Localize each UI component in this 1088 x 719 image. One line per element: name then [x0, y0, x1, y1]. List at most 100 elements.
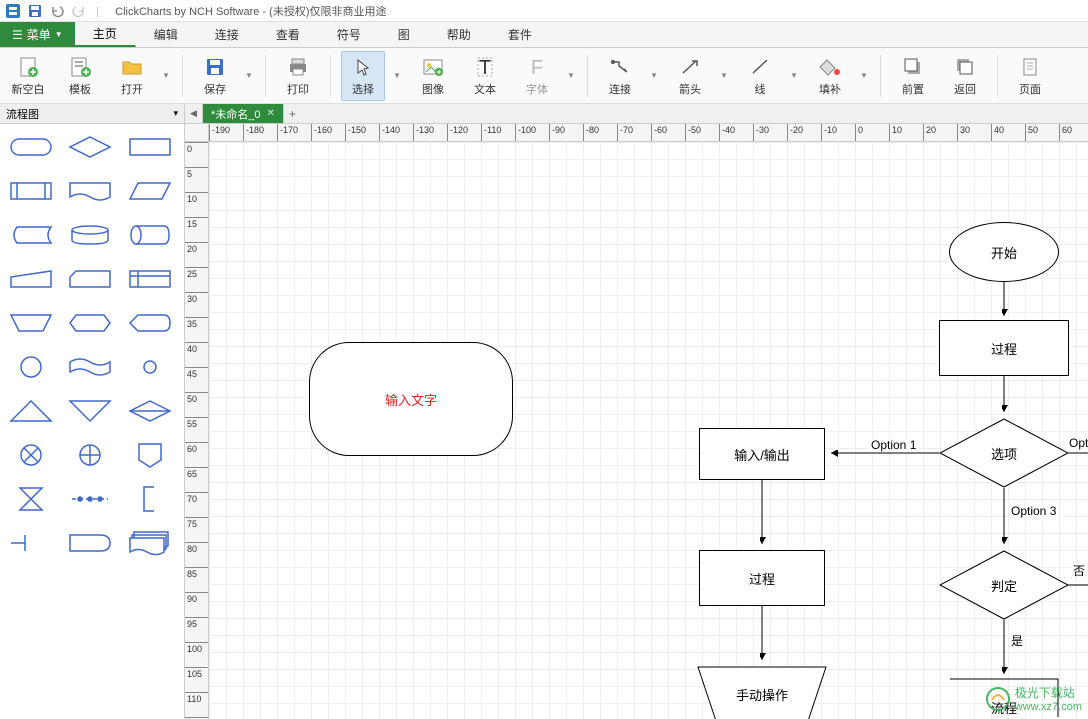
connect-button[interactable]: 连接: [598, 51, 642, 101]
shape-annotation[interactable]: [6, 526, 56, 560]
tab-help[interactable]: 帮助: [429, 22, 490, 47]
shape-merge[interactable]: [65, 394, 115, 428]
new-blank-icon: [16, 55, 40, 79]
tab-prev-button[interactable]: ◀: [185, 104, 203, 123]
shape-sum[interactable]: [65, 438, 115, 472]
tab-edit[interactable]: 编辑: [136, 22, 197, 47]
canvas-viewport[interactable]: 输入文字 开始 过程 选项 Option 1 Opt: [209, 142, 1088, 719]
shape-preparation[interactable]: [65, 306, 115, 340]
save-button[interactable]: 保存: [193, 51, 237, 101]
shape-manualinput[interactable]: [6, 262, 56, 296]
separator: [182, 55, 183, 97]
node-process1-text: 过程: [991, 339, 1017, 358]
save-dropdown[interactable]: ▼: [245, 71, 255, 80]
image-label: 图像: [422, 81, 444, 97]
fill-dropdown[interactable]: ▼: [860, 71, 870, 80]
node-decision-text: 判定: [991, 576, 1017, 595]
shape-storedata[interactable]: [6, 218, 56, 252]
shape-collate[interactable]: [6, 482, 56, 516]
shape-display[interactable]: [125, 306, 175, 340]
print-button[interactable]: 打印: [276, 51, 320, 101]
editing-shape[interactable]: 输入文字: [309, 342, 513, 456]
app-title: ClickCharts by NCH Software - (未授权)仅限非商业…: [115, 3, 386, 19]
font-button[interactable]: F 字体: [515, 51, 559, 101]
shape-card[interactable]: [65, 262, 115, 296]
connect-dropdown[interactable]: ▼: [650, 71, 660, 80]
separator: |: [96, 4, 99, 18]
open-button[interactable]: 打开: [110, 51, 154, 101]
shape-sort[interactable]: [125, 394, 175, 428]
select-button[interactable]: 选择: [341, 51, 385, 101]
document-tab[interactable]: *未命名_0 ✕: [203, 104, 283, 123]
shape-database[interactable]: [65, 218, 115, 252]
shape-subprocess[interactable]: [6, 174, 56, 208]
close-icon[interactable]: ✕: [267, 108, 275, 119]
arrow-label: 箭头: [679, 81, 701, 97]
arrow-dropdown[interactable]: ▼: [720, 71, 730, 80]
tab-diagram[interactable]: 图: [380, 22, 429, 47]
node-manual[interactable]: 手动操作: [697, 666, 827, 719]
shape-document[interactable]: [65, 174, 115, 208]
main-menu-button[interactable]: ☰ 菜单 ▼: [0, 22, 75, 47]
fill-button[interactable]: 填补: [808, 51, 852, 101]
node-io[interactable]: 输入/输出: [699, 428, 825, 480]
shape-loop[interactable]: [65, 482, 115, 516]
ruler-horizontal: -190-180-170-160-150-140-130-120-110-100…: [209, 124, 1088, 142]
shape-offpage[interactable]: [125, 438, 175, 472]
image-button[interactable]: 图像: [411, 51, 455, 101]
shape-tape[interactable]: [65, 350, 115, 384]
shape-multidoc[interactable]: [125, 526, 175, 560]
line-dropdown[interactable]: ▼: [790, 71, 800, 80]
shape-extract[interactable]: [6, 394, 56, 428]
open-dropdown[interactable]: ▼: [162, 71, 172, 80]
arrow-button[interactable]: 箭头: [668, 51, 712, 101]
node-option[interactable]: 选项: [939, 418, 1069, 488]
template-button[interactable]: 模板: [58, 51, 102, 101]
connect-icon: [608, 55, 632, 79]
fill-icon: [818, 55, 842, 79]
tab-home[interactable]: 主页: [75, 22, 136, 47]
undo-button[interactable]: [48, 2, 66, 20]
shape-process[interactable]: [125, 130, 175, 164]
svg-text:T: T: [479, 57, 491, 78]
shape-or[interactable]: [6, 438, 56, 472]
text-button[interactable]: T 文本: [463, 51, 507, 101]
node-manual-text: 手动操作: [736, 685, 788, 704]
redo-button[interactable]: [70, 2, 88, 20]
document-tab-bar: ◀ *未命名_0 ✕ +: [185, 104, 1088, 124]
node-process2[interactable]: 过程: [699, 550, 825, 606]
edge-yes-label: 是: [1009, 632, 1025, 649]
shape-data[interactable]: [125, 174, 175, 208]
font-dropdown[interactable]: ▼: [567, 71, 577, 80]
shape-delay[interactable]: [65, 526, 115, 560]
save-label: 保存: [204, 81, 226, 97]
shape-connector[interactable]: [6, 350, 56, 384]
tab-add-button[interactable]: +: [283, 104, 301, 123]
save-quick-button[interactable]: [26, 2, 44, 20]
node-start[interactable]: 开始: [949, 222, 1059, 282]
shape-connector-small[interactable]: [125, 350, 175, 384]
separator: [330, 55, 331, 97]
shape-internalstorage[interactable]: [125, 262, 175, 296]
tab-suite[interactable]: 套件: [490, 22, 551, 47]
new-blank-button[interactable]: 新空白: [6, 51, 50, 101]
tab-view[interactable]: 查看: [258, 22, 319, 47]
node-process1[interactable]: 过程: [939, 320, 1069, 376]
watermark: 极光下载站 www.xz7.com: [985, 684, 1082, 713]
shape-directdata[interactable]: [125, 218, 175, 252]
shape-terminator[interactable]: [6, 130, 56, 164]
tab-connect[interactable]: 连接: [197, 22, 258, 47]
front-button[interactable]: 前置: [891, 51, 935, 101]
sidebar-header[interactable]: 流程图 ▾: [0, 104, 184, 124]
shape-bracket[interactable]: [125, 482, 175, 516]
line-button[interactable]: 线: [738, 51, 782, 101]
node-decision[interactable]: 判定: [939, 550, 1069, 620]
edge-decision-right: [1067, 582, 1088, 592]
back-button[interactable]: 返回: [943, 51, 987, 101]
shape-manualop[interactable]: [6, 306, 56, 340]
save-icon: [203, 55, 227, 79]
page-button[interactable]: 页面: [1008, 51, 1052, 101]
select-dropdown[interactable]: ▼: [393, 71, 403, 80]
tab-symbol[interactable]: 符号: [319, 22, 380, 47]
shape-decision[interactable]: [65, 130, 115, 164]
